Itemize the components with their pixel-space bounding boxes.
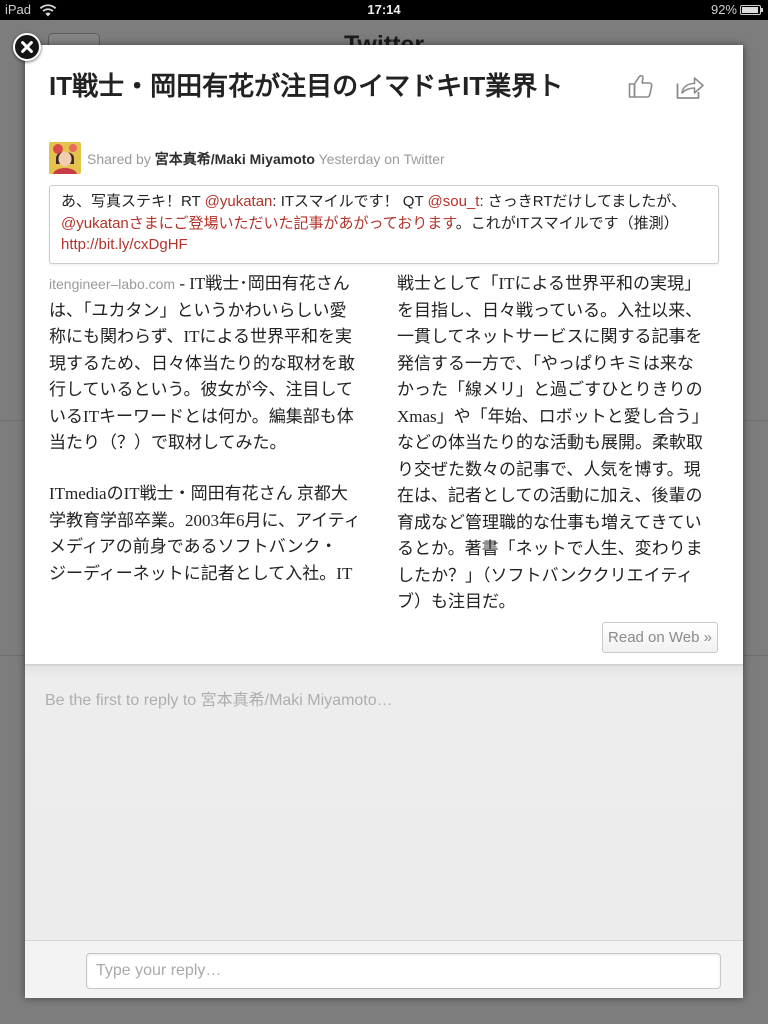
shared-by-label: Shared by	[87, 151, 151, 167]
article-line: ジーディーネットに記者として入社。IT	[49, 563, 353, 583]
battery-icon	[740, 5, 763, 15]
status-bar: iPad 17:14 92%	[0, 0, 768, 20]
article-line: Xmas」や「年始、ロボットと愛し合う」	[397, 406, 709, 426]
tweet-text: 。これがITスマイルです（推測）	[455, 214, 679, 232]
article-line: したか？」（ソフトバンククリエイティ	[397, 565, 694, 585]
shared-meta: Yesterday on Twitter	[318, 151, 445, 167]
article-line: かった「線メリ」と過ごすひとりきりの	[397, 380, 703, 399]
tweet-text: あ、写真ステキ！RT	[61, 193, 205, 210]
article-column-right: 戦士として「ITによる世界平和の実現」 を目指し、日々戦っている。入社以来、 一…	[397, 271, 723, 616]
article-line: メディアの前身であるソフトバンク・	[49, 537, 338, 556]
mention-link[interactable]: @yukatan	[205, 193, 273, 210]
mention-link[interactable]: @yukatanさまにご登場いただいた記事があがっております	[61, 215, 456, 232]
article-paragraph: ITmediaのIT戦士・岡田有花さん 京都大 学教育学部卒業。2003年6月に…	[49, 481, 371, 587]
close-icon	[21, 41, 33, 53]
shared-by-text: Shared by 宮本真希/Maki Miyamoto Yesterday o…	[87, 150, 445, 168]
article-line: 学教育学部卒業。2003年6月に、アイティ	[49, 510, 361, 530]
article-line: り交ぜた数々の記事で、人気を博す。現	[397, 459, 701, 479]
article-line: 行しているという。彼女が今、注目して	[49, 380, 353, 399]
article-line: いるITキーワードとは何か。編集部も体	[49, 406, 354, 426]
close-button[interactable]	[13, 33, 41, 61]
article-line: 現するため、日々体当たり的な取材を敢	[49, 353, 355, 373]
article-line: ブ）も注目だ。	[397, 592, 516, 611]
tweet-text: : さっきRTだけしてましたが、	[479, 193, 686, 210]
article-line: itengineer–labo.com - IT戦士･岡田有花さん	[49, 271, 371, 298]
article-line: 一貫してネットサービスに関する記事を	[397, 327, 703, 346]
mention-link[interactable]: @sou_t	[428, 193, 480, 210]
article-line: 育成など管理職的な仕事も増えてきてい	[397, 512, 702, 532]
battery-level	[742, 7, 758, 13]
article-line: などの体当たり的な活動も展開。柔軟取	[397, 433, 703, 452]
article-line: 在は、記者としての活動に加え、後輩の	[397, 486, 703, 505]
article-line: を目指し、日々戦っている。入社以来、	[397, 300, 703, 320]
source-link[interactable]: itengineer–labo.com	[49, 276, 175, 292]
article-card: IT戦士・岡田有花が注目のイマドキIT業界ト Shared by 宮本真希/Ma…	[25, 45, 743, 665]
article-line-text: IT戦士･岡田有花さん	[189, 274, 350, 293]
reply-input[interactable]	[86, 953, 721, 989]
tweet-box: あ、写真ステキ！RT @yukatan: ITスマイルです！ QT @sou_t…	[49, 185, 719, 264]
article-line: 戦士として「ITによる世界平和の実現」	[397, 274, 702, 293]
article-line: るとか。著書「ネットで人生、変わりま	[397, 539, 703, 558]
article-line: 発信する一方で、「やっぱりキミは来な	[397, 353, 694, 373]
reply-prompt: Be the first to reply to 宮本真希/Maki Miyam…	[45, 692, 393, 709]
read-on-web-button[interactable]: Read on Web »	[602, 622, 718, 653]
article-title[interactable]: IT戦士・岡田有花が注目のイマドキIT業界ト	[49, 69, 619, 103]
article-line: 称にも関わらず、ITによる世界平和を実	[49, 327, 353, 346]
author-name[interactable]: 宮本真希/Maki Miyamoto	[155, 151, 315, 167]
source-separator: -	[175, 274, 190, 293]
article-line: 当たり（？）で取材してみた。	[49, 433, 287, 452]
clock: 17:14	[367, 2, 401, 17]
article-paragraph: itengineer–labo.com - IT戦士･岡田有花さん は、「ユカタ…	[49, 271, 371, 457]
thumbs-up-icon[interactable]	[627, 73, 653, 99]
battery-percent: 92%	[710, 2, 737, 17]
tweet-text: : ITスマイルです！ QT	[272, 193, 428, 210]
article-paragraph: 戦士として「ITによる世界平和の実現」 を目指し、日々戦っている。入社以来、 一…	[397, 271, 723, 616]
reply-bar	[25, 940, 743, 998]
article-column-left: itengineer–labo.com - IT戦士･岡田有花さん は、「ユカタ…	[49, 271, 371, 587]
url-link[interactable]: http://bit.ly/cxDgHF	[61, 236, 188, 253]
reply-area: Be the first to reply to 宮本真希/Maki Miyam…	[25, 666, 743, 940]
article-line: は、「ユカタン」というかわいらしい愛	[49, 300, 347, 320]
article-line: ITmediaのIT戦士・岡田有花さん 京都大	[49, 484, 348, 503]
item-detail-modal: IT戦士・岡田有花が注目のイマドキIT業界ト Shared by 宮本真希/Ma…	[25, 45, 743, 998]
avatar[interactable]	[49, 142, 81, 174]
share-icon[interactable]	[675, 74, 705, 100]
